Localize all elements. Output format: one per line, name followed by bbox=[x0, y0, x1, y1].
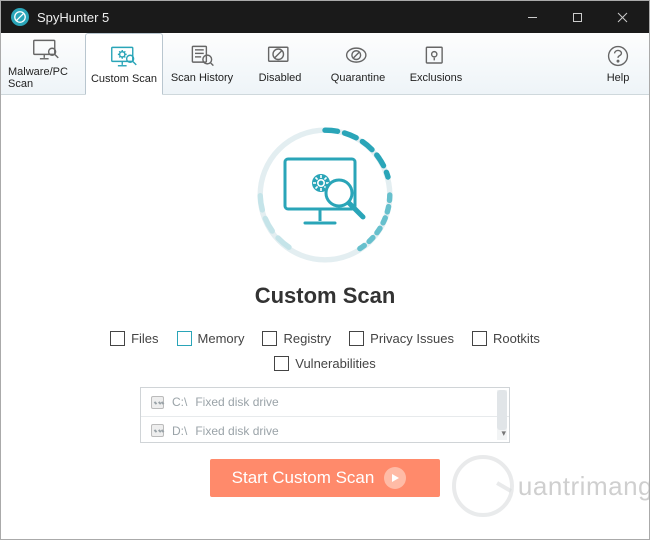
close-button[interactable] bbox=[600, 1, 645, 33]
checkbox-files[interactable]: Files bbox=[110, 331, 158, 346]
drives-list: C:\ Fixed disk drive D:\ Fixed disk driv… bbox=[140, 387, 510, 443]
tab-label: Scan History bbox=[171, 72, 233, 84]
hero-graphic bbox=[245, 115, 405, 275]
checkbox-memory[interactable]: Memory bbox=[177, 331, 245, 346]
content-area: Custom Scan Files Memory Registry Privac… bbox=[1, 95, 649, 539]
help-icon bbox=[604, 43, 632, 69]
disabled-icon bbox=[266, 43, 294, 69]
quarantine-icon bbox=[344, 43, 372, 69]
checkbox-icon bbox=[274, 356, 289, 371]
page-title: Custom Scan bbox=[255, 283, 396, 309]
drive-checkbox-icon bbox=[151, 424, 164, 437]
watermark: uantrimang bbox=[452, 455, 649, 517]
tab-custom-scan[interactable]: Custom Scan bbox=[85, 33, 163, 95]
checkbox-icon bbox=[177, 331, 192, 346]
monitor-gear-icon bbox=[110, 44, 138, 70]
checkbox-privacy-issues[interactable]: Privacy Issues bbox=[349, 331, 454, 346]
play-icon bbox=[384, 467, 406, 489]
tab-label: Custom Scan bbox=[91, 73, 157, 85]
checkbox-label: Vulnerabilities bbox=[295, 356, 375, 371]
drive-checkbox-icon bbox=[151, 396, 164, 409]
tab-label: Quarantine bbox=[331, 72, 385, 84]
tab-scan-history[interactable]: Scan History bbox=[163, 33, 241, 94]
start-custom-scan-button[interactable]: Start Custom Scan bbox=[210, 459, 441, 497]
checkbox-registry[interactable]: Registry bbox=[262, 331, 331, 346]
exclusions-icon bbox=[422, 43, 450, 69]
checkbox-label: Registry bbox=[283, 331, 331, 346]
drive-description: Fixed disk drive bbox=[195, 424, 278, 438]
checkbox-vulnerabilities[interactable]: Vulnerabilities bbox=[274, 356, 375, 371]
app-title: SpyHunter 5 bbox=[37, 10, 109, 25]
tab-label: Malware/PC Scan bbox=[8, 66, 84, 90]
app-logo-icon bbox=[11, 8, 29, 26]
checkbox-label: Privacy Issues bbox=[370, 331, 454, 346]
tab-label: Help bbox=[607, 72, 630, 84]
drive-letter: C:\ bbox=[172, 395, 187, 409]
checkbox-label: Files bbox=[131, 331, 158, 346]
tab-exclusions[interactable]: Exclusions bbox=[397, 33, 475, 94]
checkbox-icon bbox=[472, 331, 487, 346]
tab-label: Exclusions bbox=[410, 72, 463, 84]
checkbox-icon bbox=[349, 331, 364, 346]
tab-help[interactable]: Help bbox=[593, 33, 643, 94]
watermark-text: uantrimang bbox=[518, 471, 649, 502]
custom-scan-hero-icon bbox=[279, 153, 371, 237]
checkbox-label: Rootkits bbox=[493, 331, 540, 346]
drive-description: Fixed disk drive bbox=[195, 395, 278, 409]
toolbar: Malware/PC Scan Custom Scan bbox=[1, 33, 649, 95]
titlebar: SpyHunter 5 bbox=[1, 1, 649, 33]
checkbox-icon bbox=[262, 331, 277, 346]
scroll-down-icon: ▾ bbox=[501, 428, 506, 439]
drive-row[interactable]: D:\ Fixed disk drive bbox=[141, 416, 509, 444]
start-button-label: Start Custom Scan bbox=[232, 468, 375, 488]
minimize-button[interactable] bbox=[510, 1, 555, 33]
checkbox-label: Memory bbox=[198, 331, 245, 346]
maximize-button[interactable] bbox=[555, 1, 600, 33]
drive-letter: D:\ bbox=[172, 424, 187, 438]
app-window: SpyHunter 5 Malware/PC Scan bbox=[0, 0, 650, 540]
drive-row[interactable]: C:\ Fixed disk drive bbox=[141, 388, 509, 416]
monitor-icon bbox=[32, 37, 60, 63]
checkbox-rootkits[interactable]: Rootkits bbox=[472, 331, 540, 346]
tab-quarantine[interactable]: Quarantine bbox=[319, 33, 397, 94]
tab-malware-pc-scan[interactable]: Malware/PC Scan bbox=[7, 33, 85, 94]
watermark-letter-icon bbox=[452, 455, 514, 517]
history-icon bbox=[188, 43, 216, 69]
tab-label: Disabled bbox=[259, 72, 302, 84]
scan-options: Files Memory Registry Privacy Issues Roo… bbox=[110, 331, 540, 371]
checkbox-icon bbox=[110, 331, 125, 346]
tab-disabled[interactable]: Disabled bbox=[241, 33, 319, 94]
